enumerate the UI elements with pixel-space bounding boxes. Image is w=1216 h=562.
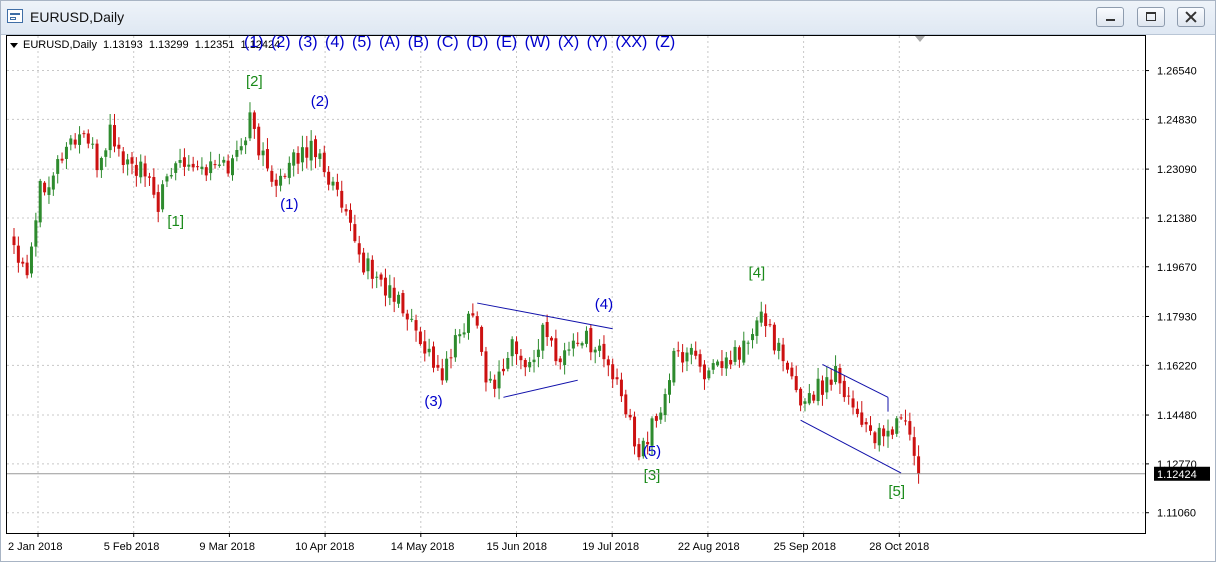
y-tick-label: 1.26540 bbox=[1157, 66, 1197, 78]
chart-shift-marker-icon[interactable] bbox=[915, 36, 925, 42]
x-tick-label: 10 Apr 2018 bbox=[295, 541, 354, 553]
x-tick-label: 22 Aug 2018 bbox=[678, 541, 740, 553]
y-tick-label: 1.11060 bbox=[1157, 508, 1196, 520]
y-tick-label: 1.21380 bbox=[1157, 213, 1197, 225]
y-tick-label: 1.16220 bbox=[1157, 360, 1197, 372]
info-symbol: EURUSD,Daily bbox=[23, 39, 97, 51]
y-tick-label: 1.17930 bbox=[1157, 311, 1197, 323]
chart-window: EURUSD,Daily 1.26540 1.24830 1.23090 1.2138… bbox=[0, 0, 1216, 562]
y-tick-label: 1.14480 bbox=[1157, 410, 1197, 422]
last-price-label: 1.12424 bbox=[1157, 469, 1197, 481]
x-tick-label: 15 Jun 2018 bbox=[487, 541, 548, 553]
plot-area bbox=[6, 35, 1146, 534]
info-open: 1.13193 bbox=[103, 39, 143, 51]
x-tick-label: 28 Oct 2018 bbox=[869, 541, 929, 553]
wave-label-menu[interactable]: (1) (2) (3) (4) (5) (A) (B) (C) (D) (E) … bbox=[244, 34, 675, 52]
x-tick-label: 25 Sep 2018 bbox=[774, 541, 836, 553]
y-tick-label: 1.19670 bbox=[1157, 262, 1197, 274]
info-low: 1.12351 bbox=[194, 39, 235, 51]
x-tick-label: 9 Mar 2018 bbox=[199, 541, 255, 553]
info-high: 1.13299 bbox=[148, 39, 189, 51]
chart-info-row: EURUSD,Daily 1.13193 1.13299 1.12351 1.1… bbox=[10, 39, 283, 51]
x-tick-label: 14 May 2018 bbox=[391, 541, 455, 553]
x-tick-label: 5 Feb 2018 bbox=[104, 541, 160, 553]
dropdown-triangle-icon[interactable] bbox=[10, 42, 18, 48]
y-tick-label: 1.23090 bbox=[1157, 164, 1197, 176]
y-tick-label: 1.24830 bbox=[1157, 114, 1197, 126]
x-tick-label: 19 Jul 2018 bbox=[582, 541, 639, 553]
x-tick-label: 2 Jan 2018 bbox=[8, 541, 62, 553]
